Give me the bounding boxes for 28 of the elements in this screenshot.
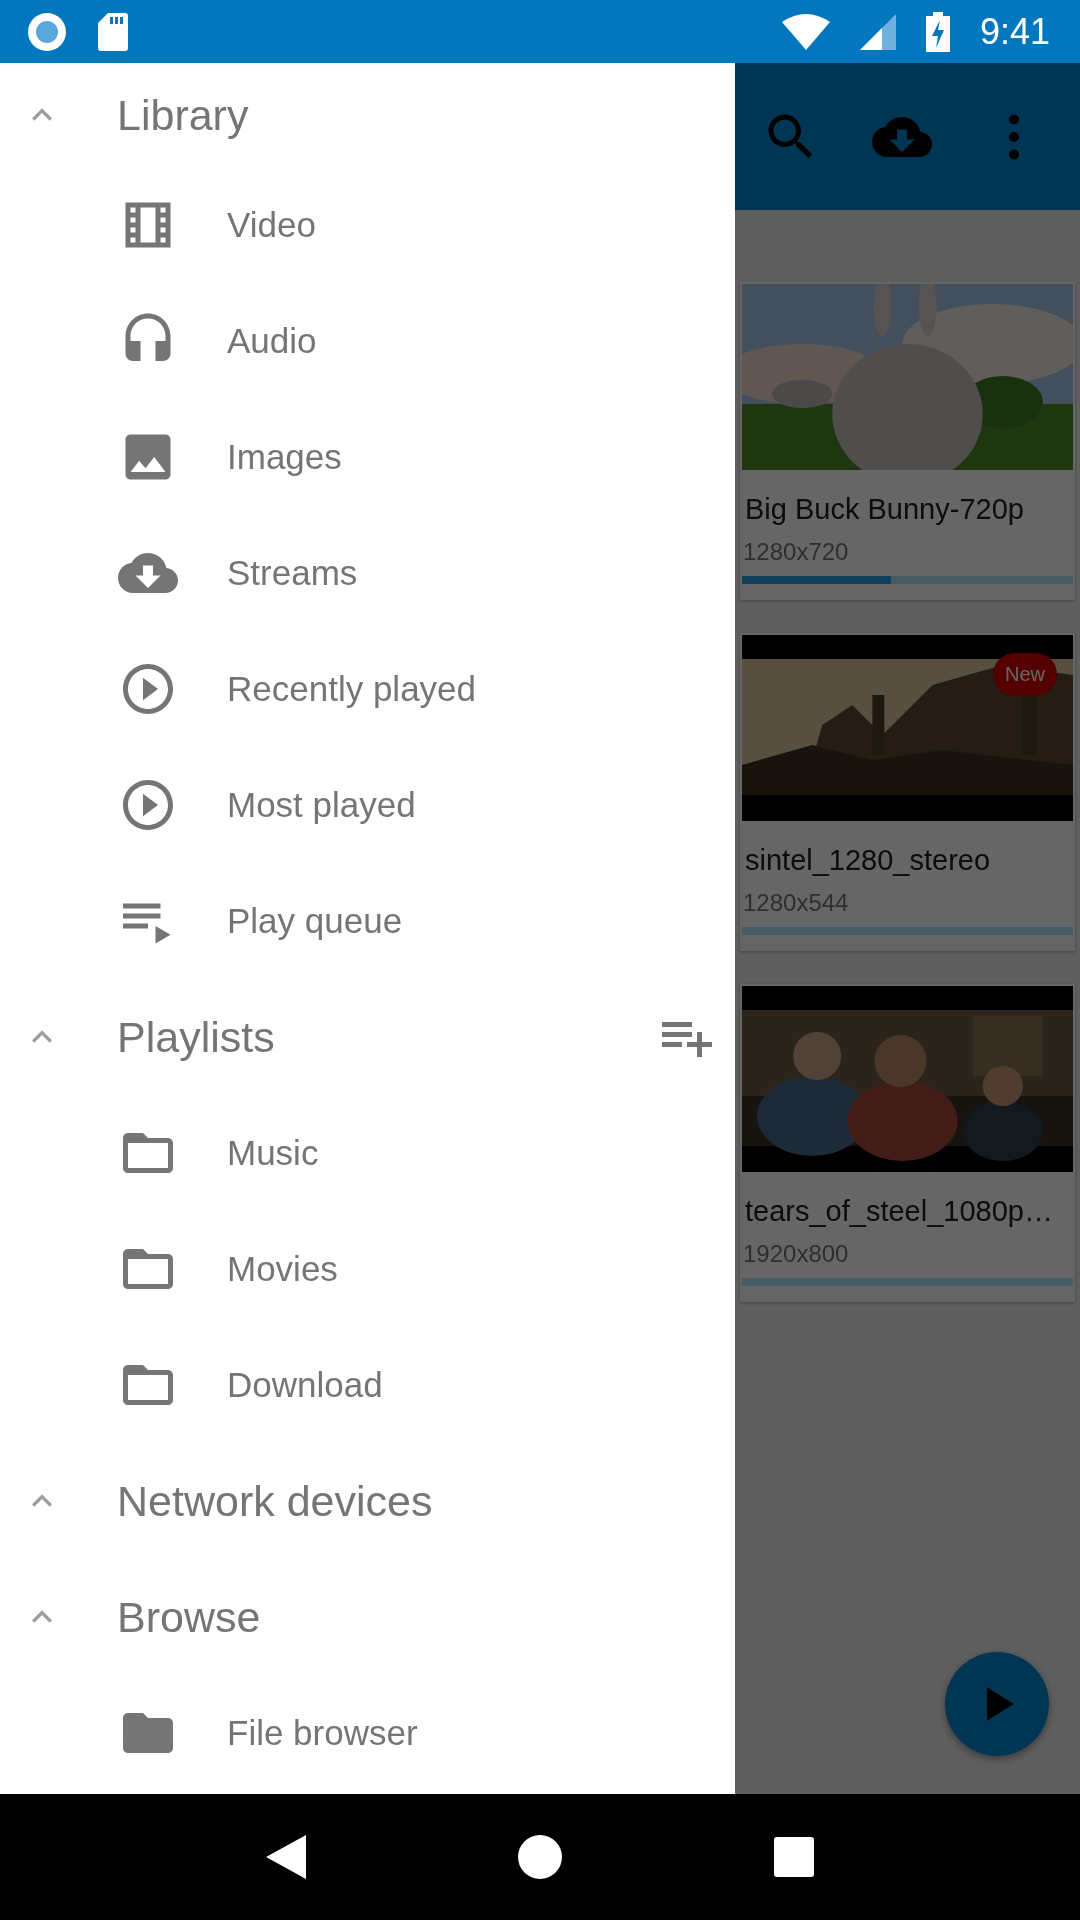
drawer-item[interactable]: Images [0,399,735,515]
clock: 9:41 [979,10,1050,53]
drawer-item[interactable]: Play queue [0,863,735,979]
home-icon[interactable] [518,1835,562,1879]
scrim[interactable] [735,63,1080,1794]
drawer-item[interactable]: Video [0,167,735,283]
record-icon [26,10,68,53]
section-header: Library [117,90,250,140]
drawer-item[interactable]: Streams [0,515,735,631]
drawer-item[interactable]: Download [0,1327,735,1443]
video-title: Big Buck Bunny-720p [745,492,1025,526]
back-icon[interactable] [266,1835,306,1879]
drawer-item[interactable]: Audio [0,283,735,399]
drawer-item[interactable]: Most played [0,747,735,863]
drawer-item[interactable]: Recently played [0,631,735,747]
sd-card-icon [98,12,128,51]
wifi-icon [781,13,830,50]
signal-icon [859,13,896,50]
drawer-item[interactable]: Movies [0,1211,735,1327]
video-title: sintel_1280_stereo [745,843,992,877]
drawer-item[interactable]: File browser [0,1675,735,1791]
section-header: Network devices [117,1476,434,1526]
drawer-item[interactable]: Music [0,1095,735,1211]
play-button[interactable] [945,1652,1049,1756]
battery-charging-icon [925,11,950,52]
section-header: Playlists [117,1012,276,1062]
video-title: tears_of_steel_1080p… [745,1194,1054,1228]
section-header: Browse [117,1592,262,1642]
